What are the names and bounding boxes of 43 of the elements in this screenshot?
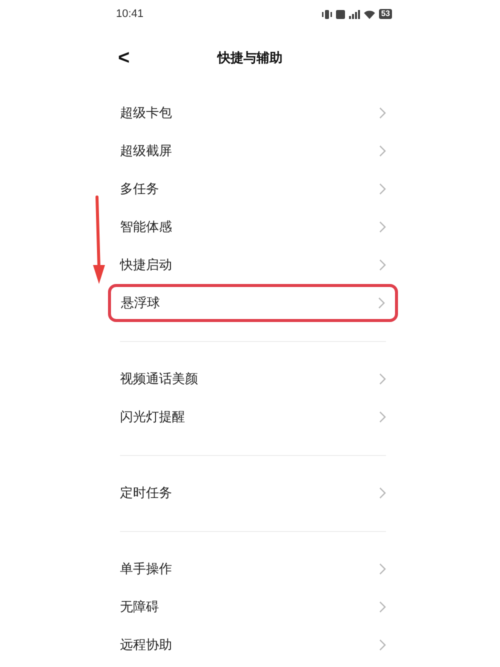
menu-item[interactable]: 远程协助 <box>108 626 398 664</box>
menu-label: 悬浮球 <box>121 295 160 312</box>
menu-label: 定时任务 <box>120 485 172 502</box>
signal-icon <box>349 10 360 18</box>
chevron-icon <box>378 297 385 309</box>
menu-item[interactable]: 快捷启动 <box>108 246 398 284</box>
menu-item[interactable]: 单手操作 <box>108 550 398 588</box>
chevron-icon <box>379 373 386 385</box>
chevron-icon <box>379 259 386 271</box>
menu-item[interactable]: 多任务 <box>108 170 398 208</box>
battery-level: 53 <box>379 9 392 19</box>
menu-item[interactable]: 定时任务 <box>108 474 398 512</box>
back-button[interactable]: < <box>118 46 130 70</box>
menu-item[interactable]: 超级卡包 <box>108 94 398 132</box>
chevron-icon <box>379 601 386 613</box>
menu-label: 超级截屏 <box>120 143 172 160</box>
status-time: 10:41 <box>116 8 144 20</box>
chevron-icon <box>379 107 386 119</box>
menu-label: 无障碍 <box>120 599 159 616</box>
chevron-icon <box>379 221 386 233</box>
menu-label: 快捷启动 <box>120 257 172 274</box>
menu-label: 远程协助 <box>120 637 172 654</box>
wifi-icon <box>364 10 376 18</box>
chevron-icon <box>379 563 386 575</box>
menu-item[interactable]: 闪光灯提醒 <box>108 398 398 436</box>
menu-label: 多任务 <box>120 181 159 198</box>
chevron-icon <box>379 183 386 195</box>
menu-item[interactable]: 视频通话美颜 <box>108 360 398 398</box>
menu-label: 智能体感 <box>120 219 172 236</box>
page-title: 快捷与辅助 <box>218 50 282 67</box>
menu-item[interactable]: 无障碍 <box>108 588 398 626</box>
menu-label: 视频通话美颜 <box>120 371 198 388</box>
chevron-icon <box>379 487 386 499</box>
highlighted-menu-item[interactable]: 悬浮球 <box>108 284 398 322</box>
chevron-icon <box>379 411 386 423</box>
menu-label: 超级卡包 <box>120 105 172 122</box>
menu-label: 单手操作 <box>120 561 172 578</box>
chevron-icon <box>379 145 386 157</box>
menu-label: 闪光灯提醒 <box>120 409 185 426</box>
menu-item[interactable]: 智能体感 <box>108 208 398 246</box>
chevron-icon <box>379 639 386 651</box>
vibrate-icon <box>322 10 332 18</box>
menu-item[interactable]: 超级截屏 <box>108 132 398 170</box>
